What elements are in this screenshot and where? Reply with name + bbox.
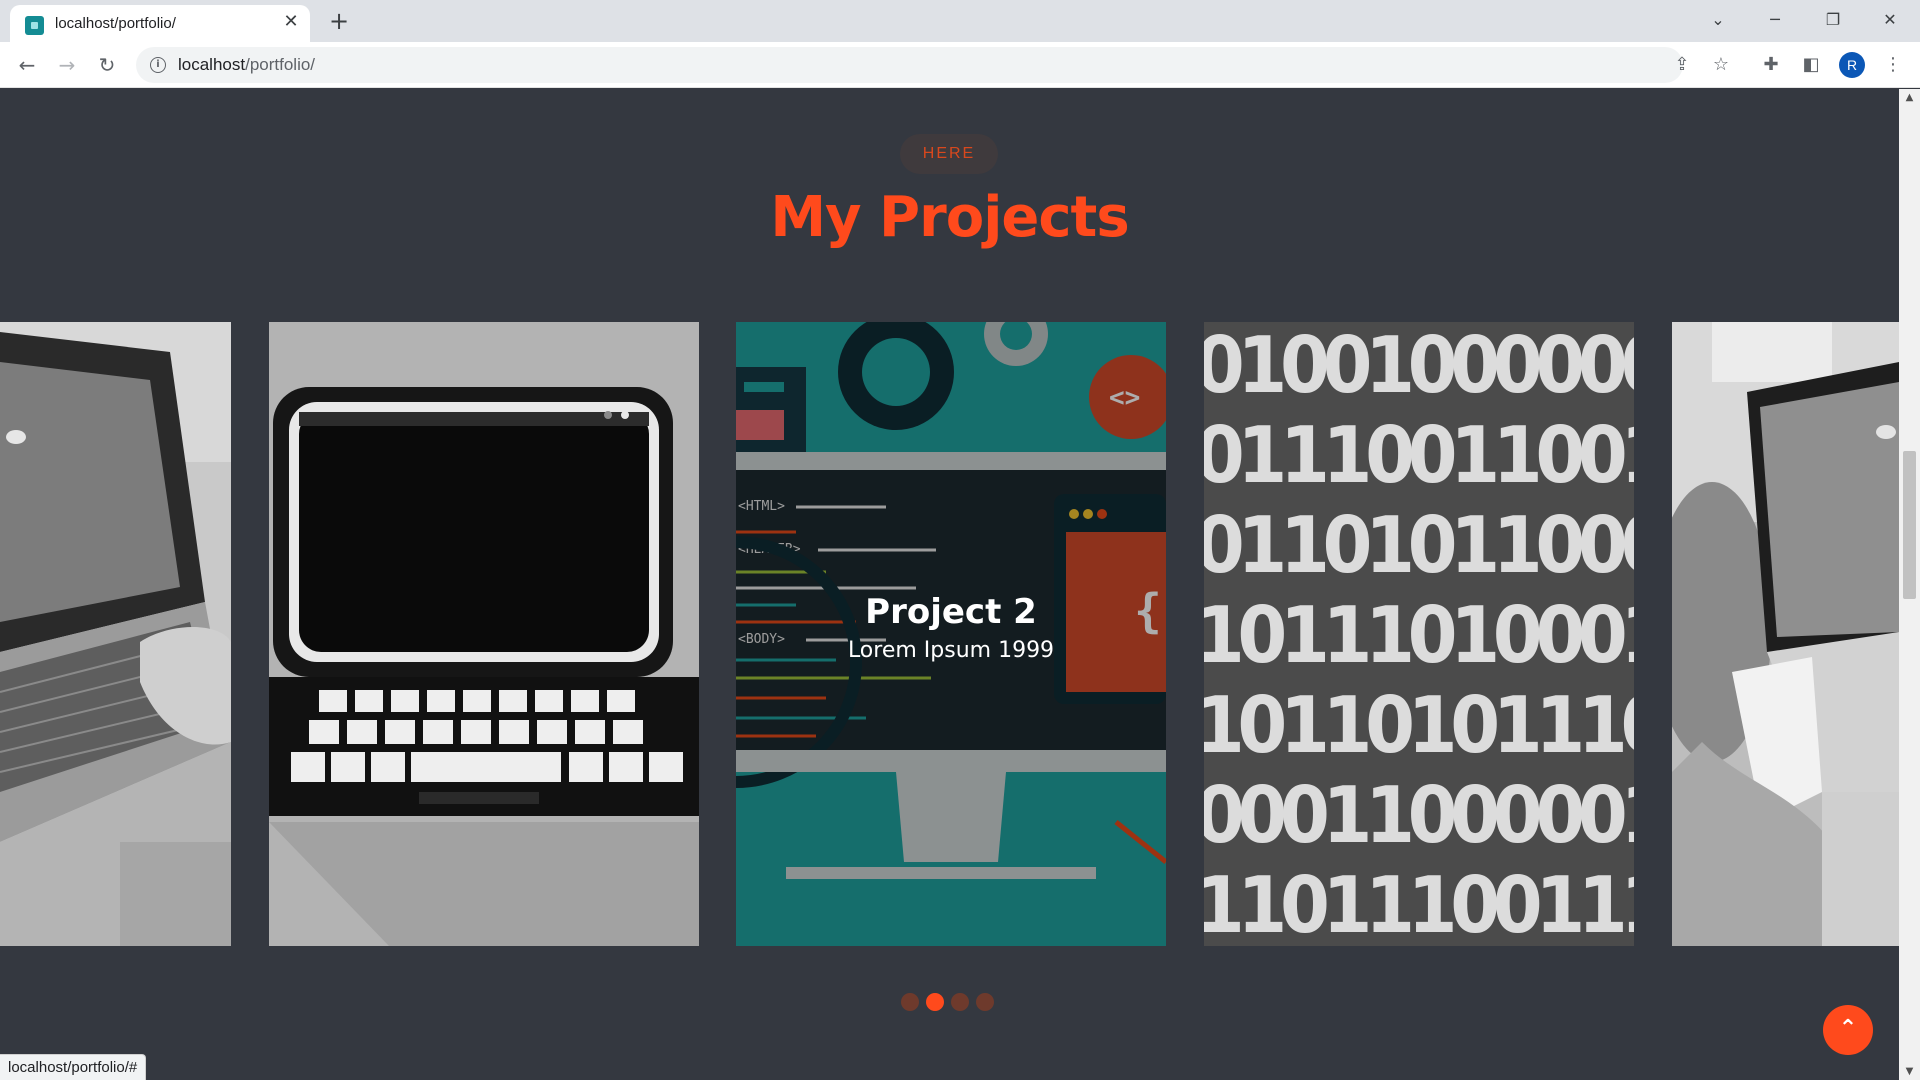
section-title: My Projects [770,185,1129,250]
carousel-dot-3[interactable] [951,993,969,1011]
tab-search-chevron-icon[interactable]: ⌄ [1695,5,1741,35]
carousel-dot-4[interactable] [976,993,994,1011]
binary-row-5: 1011010111001 [1204,679,1634,771]
section-eyebrow: HERE [900,134,998,174]
person-laptop-photo [1672,322,1899,946]
browser-toolbar: ← → ↻ i localhost/portfolio/ ⇪ ☆ ✚ ◧ R ⋮ [0,42,1920,88]
back-button[interactable]: ← [13,51,41,79]
reload-button[interactable]: ↻ [93,51,121,79]
project-subtitle: Lorem Ipsum 1999 [847,638,1055,663]
laptop-typing-photo [0,322,231,946]
minimize-button[interactable]: ─ [1752,5,1798,35]
project-title[interactable]: Project 2 [736,592,1166,632]
project-slide-1[interactable] [0,322,231,946]
binary-row-3: 0110101100010 [1204,499,1634,591]
scrollbar-thumb[interactable] [1903,451,1916,599]
carousel-dot-2-active[interactable] [926,993,944,1011]
project-slide-2[interactable] [269,322,699,946]
binary-row-2: 0111001100100 [1204,409,1634,501]
address-bar[interactable]: i localhost/portfolio/ ⇪ ☆ [136,47,1729,83]
slide-dim-overlay [736,322,1166,946]
scroll-to-top-button[interactable]: ⌃ [1823,1005,1873,1055]
extensions-puzzle-icon[interactable]: ✚ [1757,51,1785,79]
projects-section: HERE My Projects <> <HTML> <HEADER> <BOD… [0,89,1899,1080]
page-scrollbar[interactable]: ▲ ▼ [1899,89,1920,1080]
laptop-illustration [269,322,699,946]
chevron-up-icon: ⌃ [1838,1016,1858,1041]
binary-row-1: 0100100000001 [1204,322,1634,411]
new-tab-button[interactable]: + [325,8,353,36]
restore-button[interactable]: ❐ [1810,5,1856,35]
scroll-down-arrow-icon[interactable]: ▼ [1899,1063,1920,1080]
site-favicon-icon [25,16,44,35]
project-slide-3-active[interactable]: <> <HTML> <HEADER> <BODY> {Project 2 Lo… [736,322,1166,946]
binary-digits-image: 0100100000001 0111001100100 011010110001… [1204,322,1634,946]
close-window-button[interactable]: ✕ [1867,5,1913,35]
binary-row-6: 0001100000101 [1204,769,1634,861]
url-text[interactable]: localhost/portfolio/ [178,55,315,75]
bookmark-star-icon[interactable]: ☆ [1709,53,1733,77]
tab-strip: localhost/portfolio/ ✕ + ⌄ ─ ❐ ✕ [0,0,1920,42]
carousel-dot-1[interactable] [901,993,919,1011]
project-slide-4[interactable]: 0100100000001 0111001100100 011010110001… [1204,322,1634,946]
browser-tab[interactable]: localhost/portfolio/ ✕ [10,5,310,42]
project-slide-5[interactable] [1672,322,1899,946]
tab-title: localhost/portfolio/ [55,15,176,32]
forward-button[interactable]: → [53,51,81,79]
side-panel-icon[interactable]: ◧ [1797,51,1825,79]
link-status-bubble: localhost/portfolio/# [0,1054,147,1080]
scroll-up-arrow-icon[interactable]: ▲ [1899,89,1920,106]
site-info-icon[interactable]: i [150,57,166,73]
binary-row-4: 1011101000110 [1204,589,1634,681]
binary-row-7: 1101110011100 [1204,859,1634,946]
profile-avatar[interactable]: R [1839,52,1865,78]
menu-kebab-icon[interactable]: ⋮ [1879,51,1907,79]
share-icon[interactable]: ⇪ [1670,53,1694,77]
close-tab-icon[interactable]: ✕ [280,11,302,33]
